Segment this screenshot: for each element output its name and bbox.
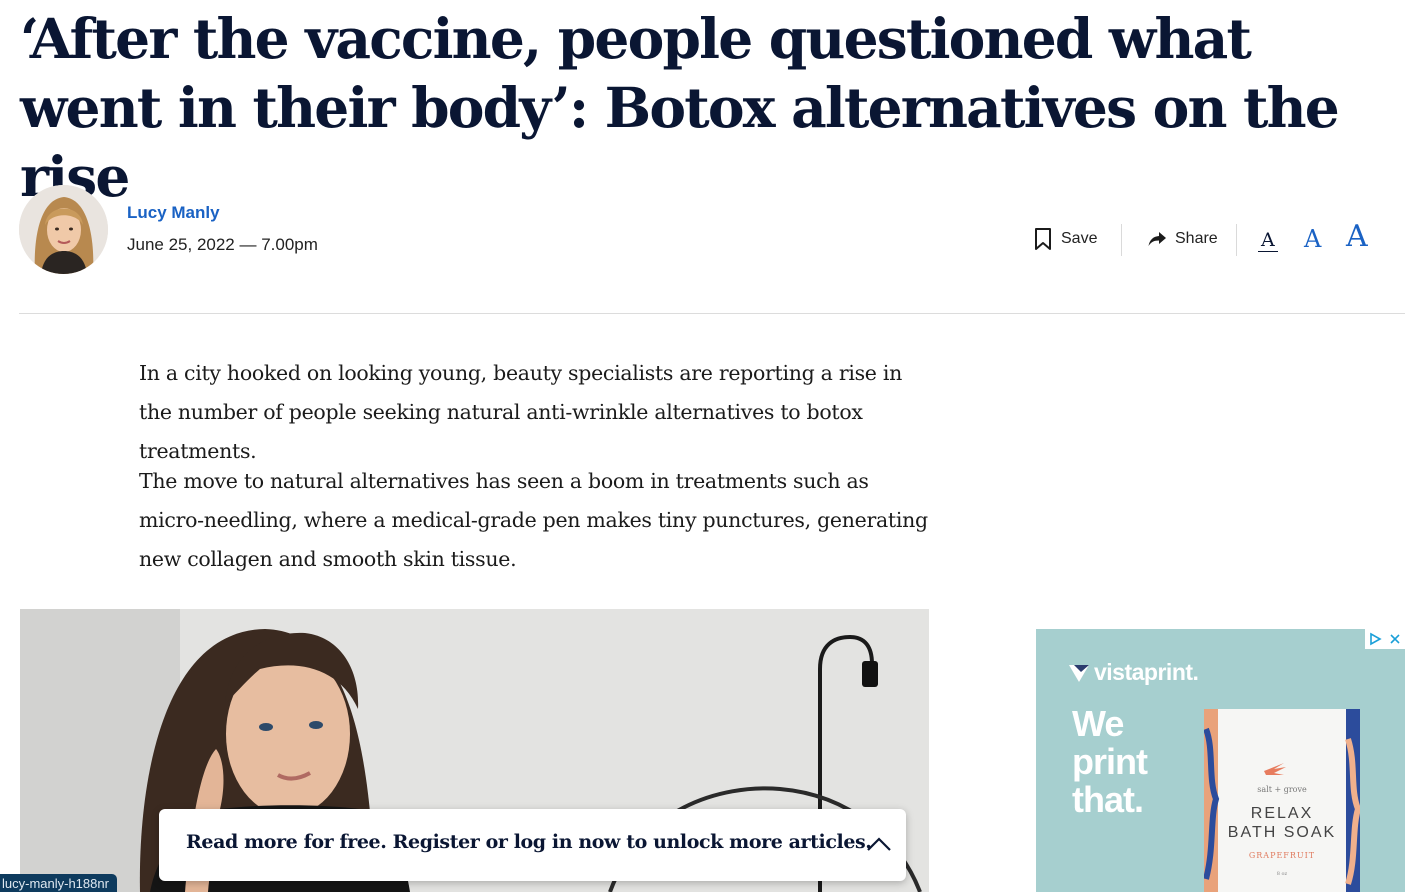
adchoices-icon[interactable] bbox=[1365, 629, 1385, 649]
save-button[interactable]: Save bbox=[1033, 224, 1097, 254]
font-size-small-button[interactable]: A bbox=[1258, 230, 1278, 252]
author-avatar[interactable] bbox=[19, 185, 108, 274]
paywall-message: Read more for free. Register or log in n… bbox=[186, 831, 872, 853]
author-name-link[interactable]: Lucy Manly bbox=[127, 203, 220, 223]
toolbar-divider bbox=[1121, 224, 1122, 256]
status-url-tooltip: lucy-manly-h188nr bbox=[0, 874, 117, 892]
vistaprint-advertisement[interactable]: vistaprint. We print that. salt + grove … bbox=[1036, 629, 1405, 892]
font-size-large-button[interactable]: A bbox=[1346, 219, 1368, 254]
share-button[interactable]: Share bbox=[1147, 224, 1218, 254]
article-paragraph: The move to natural alternatives has see… bbox=[139, 469, 928, 571]
ad-controls bbox=[1365, 629, 1405, 649]
ad-close-icon[interactable] bbox=[1385, 629, 1405, 649]
ad-product-line1: RELAX bbox=[1250, 805, 1314, 822]
save-label: Save bbox=[1061, 230, 1098, 247]
bookmark-icon bbox=[1035, 228, 1051, 250]
ad-product-size: 8 oz bbox=[1276, 871, 1288, 877]
article-paragraph: In a city hooked on looking young, beaut… bbox=[139, 361, 902, 463]
ad-slogan: We print that. bbox=[1072, 703, 1148, 820]
ad-brand-logo: vistaprint. bbox=[1068, 659, 1199, 686]
publish-date: June 25, 2022 — 7.00pm bbox=[127, 235, 318, 254]
article-headline: ‘After the vaccine, people questioned wh… bbox=[20, 6, 1340, 209]
chevron-up-icon[interactable] bbox=[866, 836, 892, 852]
share-arrow-icon bbox=[1148, 232, 1166, 246]
ad-product-maker: salt + grove bbox=[1257, 785, 1307, 794]
toolbar-divider bbox=[1236, 224, 1237, 256]
register-paywall-banner[interactable]: Read more for free. Register or log in n… bbox=[159, 809, 906, 881]
ad-product-variant: GRAPEFRUIT bbox=[1248, 851, 1316, 860]
ad-product-line2: BATH SOAK bbox=[1227, 824, 1337, 841]
share-label: Share bbox=[1175, 230, 1218, 247]
header-divider bbox=[19, 313, 1405, 314]
ad-brand-name: vistaprint. bbox=[1094, 659, 1199, 685]
author-photo bbox=[19, 185, 108, 274]
font-size-medium-button[interactable]: A bbox=[1304, 225, 1321, 253]
vistaprint-logo-icon bbox=[1069, 664, 1089, 682]
ad-product-image: salt + grove RELAX BATH SOAK GRAPEFRUIT … bbox=[1204, 709, 1360, 892]
product-pattern bbox=[1204, 709, 1360, 892]
